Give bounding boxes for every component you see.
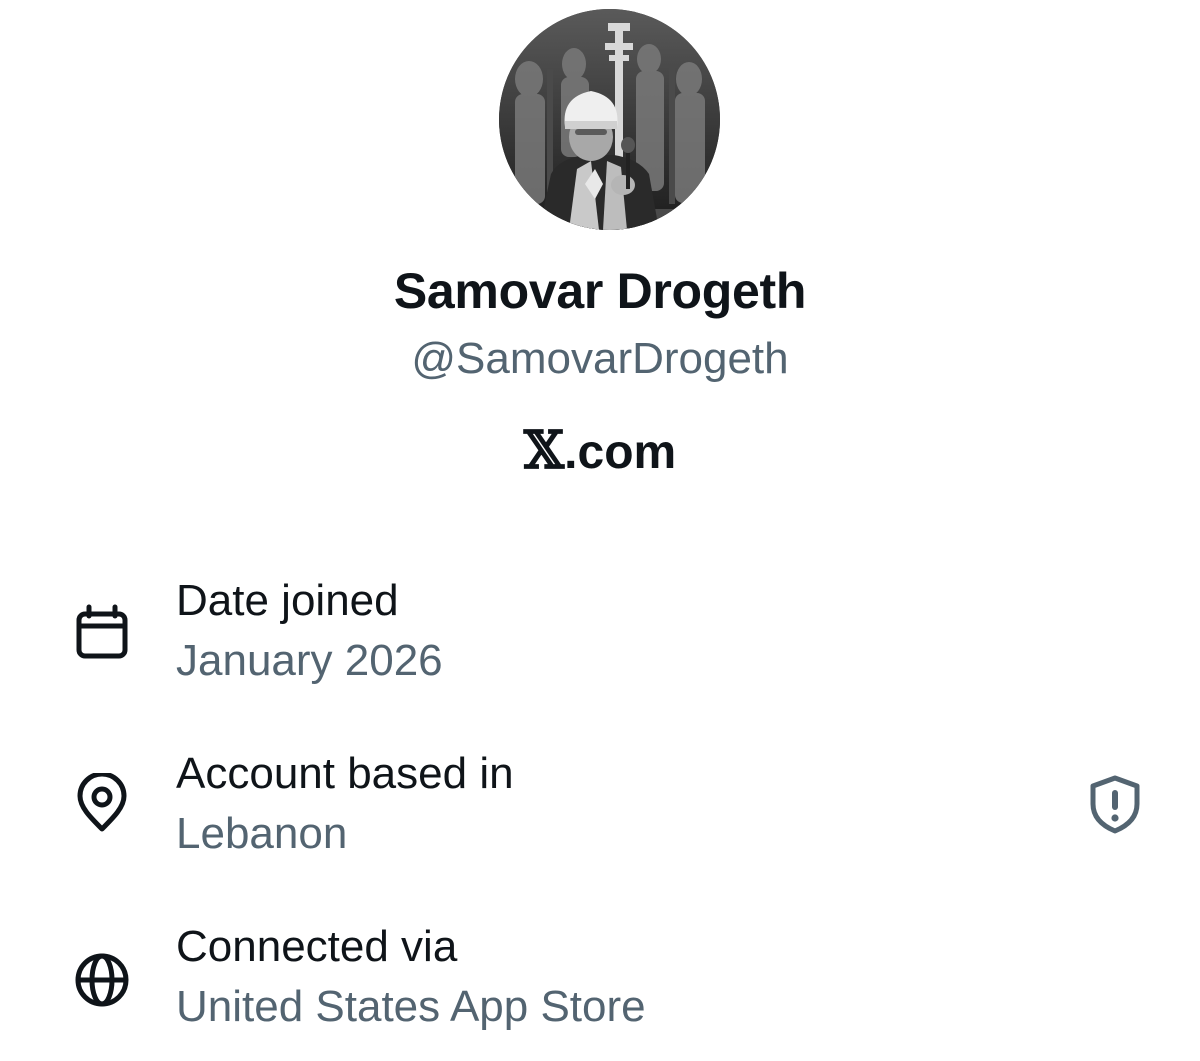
info-value: Lebanon: [176, 809, 348, 858]
shield-alert-icon[interactable]: [1085, 774, 1145, 834]
info-label: Date joined: [176, 576, 399, 625]
avatar[interactable]: [499, 9, 720, 230]
location-pin-icon: [77, 773, 127, 832]
calendar-icon: [76, 604, 128, 659]
info-label: Connected via: [176, 922, 458, 971]
info-row-account-based-in: Account based in Lebanon: [0, 749, 1200, 879]
info-label: Account based in: [176, 749, 514, 798]
user-handle: @SamovarDrogeth: [411, 334, 789, 383]
info-row-date-joined: Date joined January 2026: [0, 576, 1200, 706]
info-value: United States App Store: [176, 982, 646, 1031]
display-name: Samovar Drogeth: [393, 263, 807, 319]
site-link[interactable]: 𝕏.com: [0, 420, 1200, 481]
avatar-photo: [499, 9, 720, 230]
site-suffix: .com: [564, 426, 677, 479]
info-row-connected-via: Connected via United States App Store: [0, 922, 1200, 1052]
globe-icon: [75, 953, 129, 1007]
x-logo-icon: 𝕏: [523, 420, 565, 481]
info-value: January 2026: [176, 636, 443, 685]
